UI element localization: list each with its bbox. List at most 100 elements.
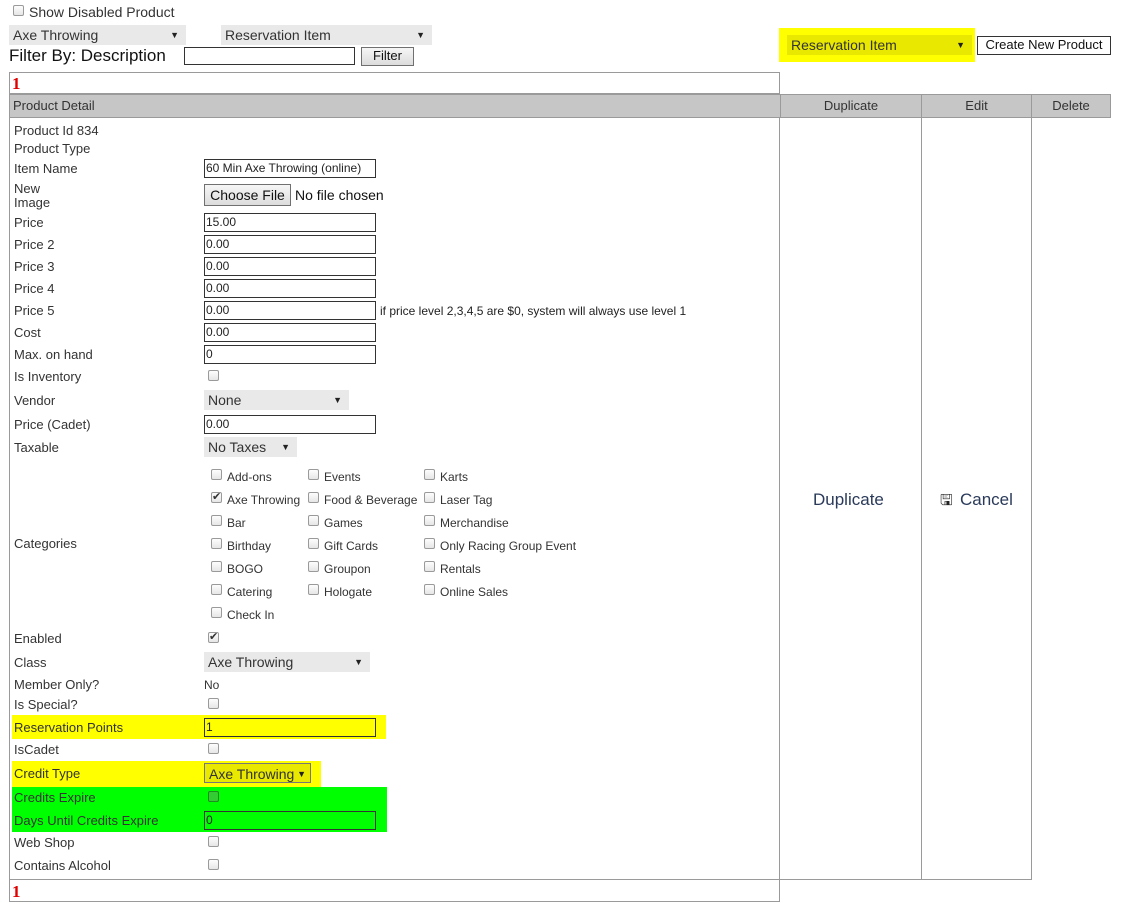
credits-expire-checkbox[interactable] xyxy=(208,791,219,802)
create-new-product-button[interactable]: Create New Product xyxy=(977,36,1111,55)
type-filter-select[interactable]: Reservation Item ▼ xyxy=(221,25,432,45)
category-label: Games xyxy=(324,516,363,530)
header-duplicate: Duplicate xyxy=(780,94,922,118)
category-checkbox-only-racing[interactable] xyxy=(424,538,435,549)
type-filter-value: Reservation Item xyxy=(225,27,331,43)
max-on-hand-input[interactable]: 0 xyxy=(204,345,376,364)
contains-alcohol-checkbox[interactable] xyxy=(208,859,219,870)
cadet-price-input[interactable]: 0.00 xyxy=(204,415,376,434)
category-label: Food & Beverage xyxy=(324,493,418,507)
category-checkbox-catering[interactable] xyxy=(211,584,222,595)
new-image-label: New xyxy=(14,181,41,196)
class-filter-select[interactable]: Axe Throwing ▼ xyxy=(9,25,186,45)
filter-by-label: Filter By: Description xyxy=(9,46,166,65)
category-label: Axe Throwing xyxy=(227,493,301,507)
pager-top-page[interactable]: 1 xyxy=(12,74,21,94)
enabled-label: Enabled xyxy=(14,631,62,646)
category-checkbox-food-beverage[interactable] xyxy=(308,492,319,503)
category-checkbox-bar[interactable] xyxy=(211,515,222,526)
category-label: Only Racing Group Event xyxy=(440,539,577,553)
category-checkbox-merchandise[interactable] xyxy=(424,515,435,526)
category-checkbox-check-in[interactable] xyxy=(211,607,222,618)
description-filter-input[interactable] xyxy=(184,47,355,65)
category-label: BOGO xyxy=(227,562,264,576)
chevron-down-icon: ▼ xyxy=(956,40,965,50)
price4-label: Price 4 xyxy=(14,281,55,296)
vendor-select[interactable]: None ▼ xyxy=(204,390,349,410)
price2-label: Price 2 xyxy=(14,237,55,252)
chevron-down-icon: ▼ xyxy=(333,395,342,405)
filter-button[interactable]: Filter xyxy=(361,47,414,66)
reservation-points-input[interactable]: 1 xyxy=(204,718,376,737)
pager-bottom-page[interactable]: 1 xyxy=(12,882,21,902)
class-filter-value: Axe Throwing xyxy=(13,27,99,43)
category-checkbox-bogo[interactable] xyxy=(211,561,222,572)
show-disabled-label: Show Disabled Product xyxy=(29,4,175,20)
row-border xyxy=(921,118,922,880)
row-border xyxy=(779,118,780,902)
duplicate-link[interactable]: Duplicate xyxy=(813,490,884,510)
taxable-value: No Taxes xyxy=(208,439,267,455)
category-checkbox-birthday[interactable] xyxy=(211,538,222,549)
is-inventory-label: Is Inventory xyxy=(14,369,82,384)
price5-input[interactable]: 0.00 xyxy=(204,301,376,320)
category-label: Bar xyxy=(227,516,246,530)
class-select[interactable]: Axe Throwing ▼ xyxy=(204,652,370,672)
category-label: Merchandise xyxy=(440,516,509,530)
cost-label: Cost xyxy=(14,325,41,340)
category-checkbox-rentals[interactable] xyxy=(424,561,435,572)
header-product-detail: Product Detail xyxy=(9,94,781,118)
price5-label: Price 5 xyxy=(14,303,55,318)
no-file-chosen-text: No file chosen xyxy=(295,187,384,203)
category-checkbox-gift-cards[interactable] xyxy=(308,538,319,549)
category-checkbox-karts[interactable] xyxy=(424,469,435,480)
category-label: Add-ons xyxy=(227,470,272,484)
category-label: Gift Cards xyxy=(324,539,379,553)
cadet-price-label: Price (Cadet) xyxy=(14,417,91,432)
price4-input[interactable]: 0.00 xyxy=(204,279,376,298)
category-checkbox-events[interactable] xyxy=(308,469,319,480)
is-special-checkbox[interactable] xyxy=(208,698,219,709)
category-checkbox-online-sales[interactable] xyxy=(424,584,435,595)
class-value: Axe Throwing xyxy=(208,654,294,670)
item-name-label: Item Name xyxy=(14,161,78,176)
price-input[interactable]: 15.00 xyxy=(204,213,376,232)
category-label: Events xyxy=(324,470,361,484)
category-checkbox-games[interactable] xyxy=(308,515,319,526)
category-checkbox-axe-throwing[interactable] xyxy=(211,490,222,503)
price2-input[interactable]: 0.00 xyxy=(204,235,376,254)
categories-label: Categories xyxy=(14,536,77,551)
days-until-expire-input[interactable]: 0 xyxy=(204,811,376,830)
is-inventory-checkbox[interactable] xyxy=(208,370,219,381)
taxable-select[interactable]: No Taxes ▼ xyxy=(204,437,297,457)
new-image-label: Image xyxy=(14,195,51,210)
price-label: Price xyxy=(14,215,44,230)
category-checkbox-laser-tag[interactable] xyxy=(424,492,435,503)
cancel-link[interactable]: Cancel xyxy=(960,490,1013,510)
enabled-checkbox[interactable] xyxy=(208,630,219,643)
chevron-down-icon: ▼ xyxy=(354,657,363,667)
price3-input[interactable]: 0.00 xyxy=(204,257,376,276)
chevron-down-icon: ▼ xyxy=(416,30,425,40)
category-label: Rentals xyxy=(440,562,481,576)
web-shop-checkbox[interactable] xyxy=(208,836,219,847)
category-checkbox-hologate[interactable] xyxy=(308,584,319,595)
category-label: Karts xyxy=(440,470,469,484)
item-name-input[interactable]: 60 Min Axe Throwing (online) xyxy=(204,159,376,178)
web-shop-label: Web Shop xyxy=(14,835,75,850)
iscadet-checkbox[interactable] xyxy=(208,743,219,754)
cost-input[interactable]: 0.00 xyxy=(204,323,376,342)
credit-type-select[interactable]: Axe Throwing ▼ xyxy=(204,763,311,783)
product-type-label: Product Type xyxy=(14,141,91,156)
days-until-expire-label: Days Until Credits Expire xyxy=(14,813,159,828)
vendor-value: None xyxy=(208,392,242,408)
save-icon[interactable]: 🖫 xyxy=(940,490,953,515)
category-label: Laser Tag xyxy=(440,493,493,507)
new-product-type-select[interactable]: Reservation Item ▼ xyxy=(787,35,972,55)
row-border xyxy=(9,879,1032,880)
class-label: Class xyxy=(14,655,47,670)
choose-file-button[interactable]: Choose File xyxy=(204,184,291,206)
category-checkbox-groupon[interactable] xyxy=(308,561,319,572)
show-disabled-checkbox[interactable] xyxy=(13,5,24,16)
category-checkbox-add-ons[interactable] xyxy=(211,469,222,480)
